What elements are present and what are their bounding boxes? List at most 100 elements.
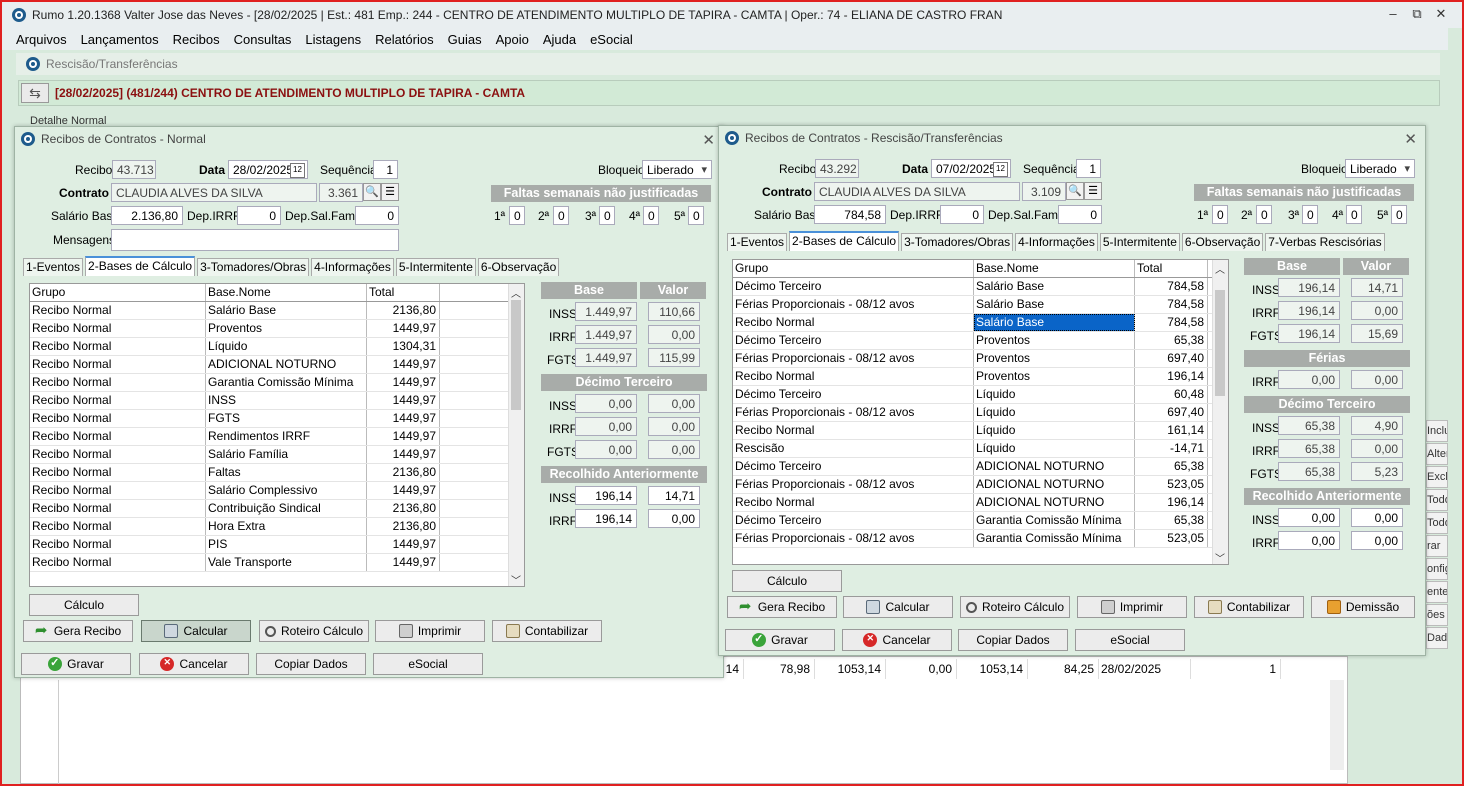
calcular-button[interactable]: Calcular: [141, 620, 251, 642]
col-grupo-header[interactable]: Grupo: [733, 260, 974, 277]
cell-base-nome[interactable]: Salário Base: [974, 296, 1135, 313]
table-row[interactable]: Férias Proporcionais - 08/12 avos Provent…: [733, 350, 1228, 368]
valor-inss-field[interactable]: 14,71: [1351, 278, 1403, 297]
cell-total[interactable]: 196,14: [1135, 494, 1208, 511]
cell-grupo[interactable]: Recibo Normal: [30, 302, 206, 319]
search-icon[interactable]: 🔍: [363, 183, 381, 201]
cell-total[interactable]: -14,71: [1135, 440, 1208, 457]
menu-esocial[interactable]: eSocial: [590, 32, 633, 47]
col-total-header[interactable]: Total: [1135, 260, 1208, 277]
demissao-button[interactable]: Demissão: [1311, 596, 1415, 618]
semana-4-field[interactable]: 0: [1346, 205, 1362, 224]
tab-intermitente[interactable]: 5-Intermitente: [1099, 233, 1180, 251]
recibo-field[interactable]: 43.713: [112, 160, 156, 179]
table-row[interactable]: Recibo Normal Contribuição Sindical 2136,8…: [30, 500, 524, 518]
calculo-button[interactable]: Cálculo: [732, 570, 842, 592]
semana-3-field[interactable]: 0: [1302, 205, 1318, 224]
table-row[interactable]: Recibo Normal INSS 1449,97: [30, 392, 524, 410]
recolhido-valor-irrf-field[interactable]: 0,00: [648, 509, 700, 528]
cell-grupo[interactable]: Recibo Normal: [30, 536, 206, 553]
cell-grupo[interactable]: Recibo Normal: [30, 428, 206, 445]
contrato-field[interactable]: CLAUDIA ALVES DA SILVA: [111, 183, 317, 202]
search-icon[interactable]: 🔍: [1066, 182, 1084, 200]
col-total-header[interactable]: Total: [367, 284, 440, 301]
menu-lancamentos[interactable]: Lançamentos: [81, 32, 159, 47]
recolhido-base-inss-field[interactable]: 0,00: [1278, 508, 1340, 527]
cell-grupo[interactable]: Recibo Normal: [30, 410, 206, 427]
cell-base-nome[interactable]: INSS: [206, 392, 367, 409]
cell-grupo[interactable]: Recibo Normal: [30, 446, 206, 463]
menu-listagens[interactable]: Listagens: [305, 32, 361, 47]
table-row[interactable]: Férias Proporcionais - 08/12 avos Líquido…: [733, 404, 1228, 422]
table-row[interactable]: Décimo Terceiro ADICIONAL NOTURNO 65,38: [733, 458, 1228, 476]
decimo-valor-fgts-field[interactable]: 0,00: [648, 440, 700, 459]
table-row[interactable]: Recibo Normal ADICIONAL NOTURNO 1449,97: [30, 356, 524, 374]
gera-recibo-button[interactable]: ➦ Gera Recibo: [727, 596, 837, 618]
calculo-button[interactable]: Cálculo: [29, 594, 139, 616]
strip-ente-button[interactable]: ente: [1426, 581, 1448, 603]
tab-eventos[interactable]: 1-Eventos: [23, 258, 84, 276]
cell-base-nome[interactable]: Garantia Comissão Mínima: [974, 512, 1135, 529]
contabilizar-button[interactable]: Contabilizar: [492, 620, 602, 642]
cell-grupo[interactable]: Recibo Normal: [30, 392, 206, 409]
table-row[interactable]: Décimo Terceiro Salário Base 784,58: [733, 278, 1228, 296]
cell-total[interactable]: 1449,97: [367, 536, 440, 553]
menu-consultas[interactable]: Consultas: [234, 32, 292, 47]
background-scrollbar[interactable]: [1330, 680, 1344, 770]
cell-total[interactable]: 1449,97: [367, 554, 440, 571]
cell-total[interactable]: 65,38: [1135, 332, 1208, 349]
cell-base-nome[interactable]: PIS: [206, 536, 367, 553]
cell-grupo[interactable]: Férias Proporcionais - 08/12 avos: [733, 404, 974, 421]
strip-incluir-button[interactable]: Incluir: [1426, 420, 1448, 442]
tab-observacao[interactable]: 6-Observação: [1181, 233, 1264, 251]
cell-grupo[interactable]: Recibo Normal: [30, 518, 206, 535]
menu-recibos[interactable]: Recibos: [173, 32, 220, 47]
cell-base-nome[interactable]: Garantia Comissão Mínima: [974, 530, 1135, 547]
decimo-base-fgts-field[interactable]: 65,38: [1278, 462, 1340, 481]
strip-dados-button[interactable]: Dado: [1426, 627, 1448, 649]
cell-grupo[interactable]: Décimo Terceiro: [733, 458, 974, 475]
cell-grupo[interactable]: Recibo Normal: [30, 554, 206, 571]
recibo-field[interactable]: 43.292: [815, 159, 859, 178]
back-arrow-icon[interactable]: ⇆: [21, 83, 49, 103]
cell-grupo[interactable]: Recibo Normal: [30, 500, 206, 517]
cell-base-nome[interactable]: ADICIONAL NOTURNO: [206, 356, 367, 373]
cell-total[interactable]: 1449,97: [367, 356, 440, 373]
table-row[interactable]: Recibo Normal Hora Extra 2136,80: [30, 518, 524, 536]
decimo-base-fgts-field[interactable]: 0,00: [575, 440, 637, 459]
menu-relatorios[interactable]: Relatórios: [375, 32, 434, 47]
strip-gerar-button[interactable]: rar: [1426, 535, 1448, 557]
cell-base-nome[interactable]: Salário Família: [206, 446, 367, 463]
cell-grupo[interactable]: Recibo Normal: [733, 368, 974, 385]
cell-grupo[interactable]: Férias Proporcionais - 08/12 avos: [733, 350, 974, 367]
base-fgts-field[interactable]: 196,14: [1278, 324, 1340, 343]
cell-grupo[interactable]: Rescisão: [733, 440, 974, 457]
cell-total[interactable]: 784,58: [1135, 278, 1208, 295]
cell-grupo[interactable]: Décimo Terceiro: [733, 386, 974, 403]
cell-total[interactable]: 1449,97: [367, 320, 440, 337]
sequencia-field[interactable]: 1: [373, 160, 398, 179]
contabilizar-button[interactable]: Contabilizar: [1194, 596, 1304, 618]
menu-ajuda[interactable]: Ajuda: [543, 32, 576, 47]
left-grid-scrollbar[interactable]: ︿ ﹀: [508, 284, 524, 586]
decimo-base-irrf-field[interactable]: 65,38: [1278, 439, 1340, 458]
decimo-base-inss-field[interactable]: 0,00: [575, 394, 637, 413]
ferias-base-irrf-field[interactable]: 0,00: [1278, 370, 1340, 389]
cell-base-nome[interactable]: Líquido: [974, 440, 1135, 457]
table-row[interactable]: Décimo Terceiro Proventos 65,38: [733, 332, 1228, 350]
salario-base-field[interactable]: 2.136,80: [111, 206, 183, 225]
table-row[interactable]: Férias Proporcionais - 08/12 avos Garanti…: [733, 530, 1228, 548]
cell-total[interactable]: 697,40: [1135, 350, 1208, 367]
cell-base-nome[interactable]: Líquido: [206, 338, 367, 355]
contrato-field[interactable]: CLAUDIA ALVES DA SILVA: [814, 182, 1020, 201]
cell-base-nome[interactable]: Contribuição Sindical: [206, 500, 367, 517]
valor-irrf-field[interactable]: 0,00: [648, 325, 700, 344]
cell-base-nome[interactable]: ADICIONAL NOTURNO: [974, 476, 1135, 493]
strip-todos-button[interactable]: Todo: [1426, 489, 1448, 511]
cell-base-nome[interactable]: Proventos: [974, 332, 1135, 349]
left-close-icon[interactable]: ✕: [702, 131, 715, 149]
cell-total[interactable]: 161,14: [1135, 422, 1208, 439]
scroll-up-icon[interactable]: ︿: [509, 285, 523, 300]
table-row[interactable]: Recibo Normal Salário Complessivo 1449,97: [30, 482, 524, 500]
salario-base-field[interactable]: 784,58: [814, 205, 886, 224]
